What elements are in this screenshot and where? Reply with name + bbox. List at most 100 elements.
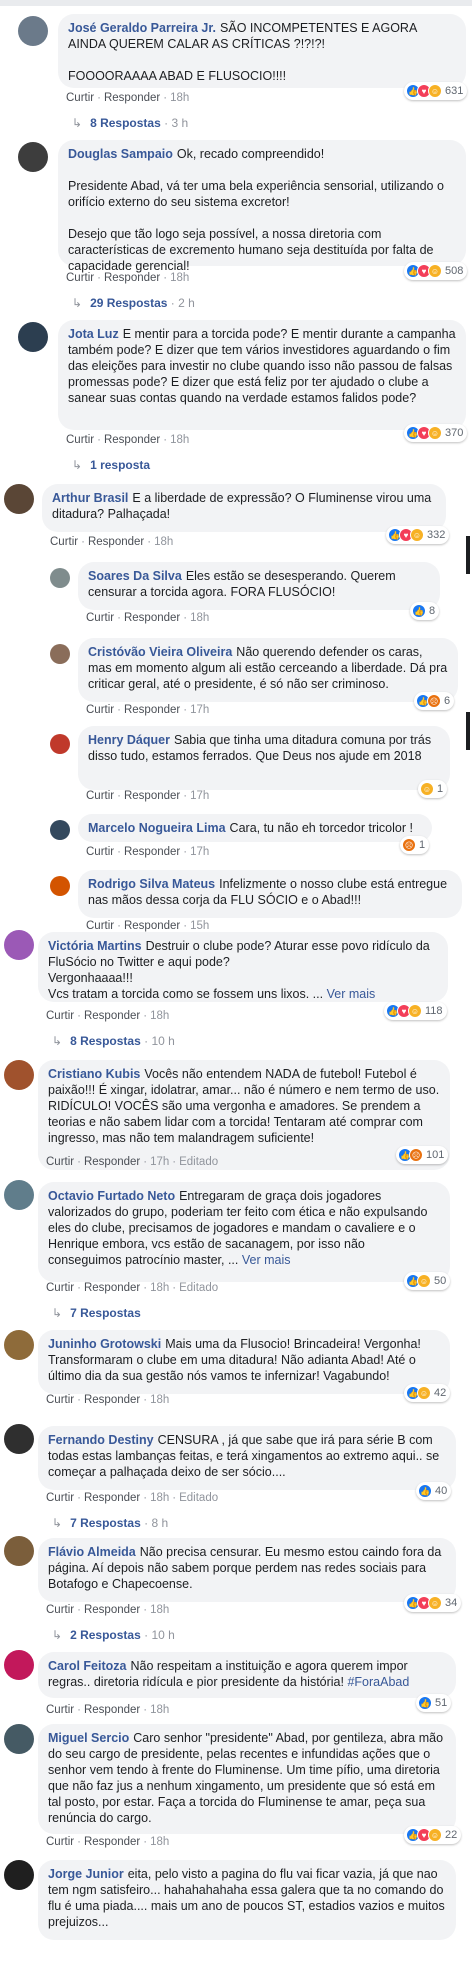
like-link[interactable]: Curtir xyxy=(46,1282,74,1294)
scrollbar-fragment[interactable] xyxy=(466,536,470,574)
reactions[interactable]: 👍 ♥ ☺ 370 xyxy=(404,424,468,442)
reply-link[interactable]: Responder xyxy=(84,1492,140,1504)
like-link[interactable]: Curtir xyxy=(46,1394,74,1406)
author-name[interactable]: Fernando Destiny xyxy=(48,1433,154,1447)
author-name[interactable]: Henry Dáquer xyxy=(88,733,170,747)
author-name[interactable]: Juninho Grotowski xyxy=(48,1337,161,1351)
view-replies[interactable]: ↳ 8 Respostas · 10 h xyxy=(52,1034,175,1048)
view-replies[interactable]: ↳ 7 Respostas xyxy=(52,1306,141,1320)
author-name[interactable]: Marcelo Nogueira Lima xyxy=(88,821,226,835)
avatar[interactable] xyxy=(4,484,34,514)
reactions[interactable]: 👍 ☺ 42 xyxy=(404,1384,451,1402)
view-replies[interactable]: ↳ 1 resposta xyxy=(72,458,150,472)
reactions[interactable]: 👍 ♥ ☺ 118 xyxy=(384,1002,447,1020)
author-name[interactable]: Douglas Sampaio xyxy=(68,147,173,161)
timestamp[interactable]: 17h xyxy=(190,704,209,716)
timestamp[interactable]: 17h xyxy=(190,790,209,802)
reply-link[interactable]: Responder xyxy=(104,434,160,446)
avatar[interactable] xyxy=(4,1060,34,1090)
like-link[interactable]: Curtir xyxy=(50,536,78,548)
reactions[interactable]: 👍 ♥ ☺ 631 xyxy=(404,82,468,100)
like-link[interactable]: Curtir xyxy=(46,1010,74,1022)
reply-link[interactable]: Responder xyxy=(84,1156,140,1168)
reactions[interactable]: 👍 ♥ ☺ 332 xyxy=(386,526,450,544)
reply-link[interactable]: Responder xyxy=(104,92,160,104)
view-replies[interactable]: ↳ 8 Respostas · 3 h xyxy=(72,116,188,130)
reactions[interactable]: ☹ 1 xyxy=(400,836,430,854)
avatar[interactable] xyxy=(4,1330,34,1360)
like-link[interactable]: Curtir xyxy=(86,790,114,802)
author-name[interactable]: Soares Da Silva xyxy=(88,569,182,583)
avatar[interactable] xyxy=(4,1650,34,1680)
avatar[interactable] xyxy=(4,1536,34,1566)
timestamp[interactable]: 18h xyxy=(150,1604,169,1616)
reactions[interactable]: 👍 51 xyxy=(416,1694,452,1712)
avatar[interactable] xyxy=(18,142,48,172)
author-name[interactable]: Rodrigo Silva Mateus xyxy=(88,877,215,891)
reactions[interactable]: 👍 40 xyxy=(416,1482,452,1500)
timestamp[interactable]: 18h xyxy=(170,272,189,284)
like-link[interactable]: Curtir xyxy=(66,272,94,284)
like-link[interactable]: Curtir xyxy=(46,1156,74,1168)
reply-link[interactable]: Responder xyxy=(124,790,180,802)
reply-link[interactable]: Responder xyxy=(124,704,180,716)
author-name[interactable]: Miguel Sercio xyxy=(48,1731,129,1745)
view-replies[interactable]: ↳ 29 Respostas · 2 h xyxy=(72,296,195,310)
timestamp[interactable]: 18h xyxy=(150,1282,169,1294)
scrollbar-fragment[interactable] xyxy=(466,712,470,750)
avatar[interactable] xyxy=(50,876,70,896)
like-link[interactable]: Curtir xyxy=(86,920,114,932)
like-link[interactable]: Curtir xyxy=(46,1836,74,1848)
avatar[interactable] xyxy=(50,734,70,754)
edited-label[interactable]: Editado xyxy=(179,1156,218,1168)
reply-link[interactable]: Responder xyxy=(84,1704,140,1716)
reply-link[interactable]: Responder xyxy=(84,1282,140,1294)
timestamp[interactable]: 18h xyxy=(190,612,209,624)
reply-link[interactable]: Responder xyxy=(104,272,160,284)
timestamp[interactable]: 18h xyxy=(154,536,173,548)
reactions[interactable]: ☺ 1 xyxy=(418,780,448,798)
reply-link[interactable]: Responder xyxy=(84,1394,140,1406)
avatar[interactable] xyxy=(50,568,70,588)
reactions[interactable]: 👍 ☹ 101 xyxy=(396,1146,449,1164)
timestamp[interactable]: 18h xyxy=(150,1836,169,1848)
author-name[interactable]: Carol Feitoza xyxy=(48,1659,127,1673)
avatar[interactable] xyxy=(4,1860,34,1890)
avatar[interactable] xyxy=(4,1424,34,1454)
timestamp[interactable]: 17h xyxy=(150,1156,169,1168)
see-more-link[interactable]: Ver mais xyxy=(327,987,376,1001)
reply-link[interactable]: Responder xyxy=(124,612,180,624)
hashtag-link[interactable]: #ForaAbad xyxy=(347,1675,409,1689)
reply-link[interactable]: Responder xyxy=(124,920,180,932)
reactions[interactable]: 👍 ♥ ☺ 34 xyxy=(404,1594,462,1612)
timestamp[interactable]: 18h xyxy=(150,1010,169,1022)
like-link[interactable]: Curtir xyxy=(66,434,94,446)
timestamp[interactable]: 17h xyxy=(190,846,209,858)
like-link[interactable]: Curtir xyxy=(86,704,114,716)
reactions[interactable]: 👍 ☹ 6 xyxy=(414,692,455,710)
timestamp[interactable]: 18h xyxy=(150,1704,169,1716)
author-name[interactable]: José Geraldo Parreira Jr. xyxy=(68,21,216,35)
reply-link[interactable]: Responder xyxy=(84,1604,140,1616)
author-name[interactable]: Arthur Brasil xyxy=(52,491,128,505)
timestamp[interactable]: 15h xyxy=(190,920,209,932)
edited-label[interactable]: Editado xyxy=(179,1492,218,1504)
avatar[interactable] xyxy=(50,820,70,840)
author-name[interactable]: Flávio Almeida xyxy=(48,1545,136,1559)
like-link[interactable]: Curtir xyxy=(46,1604,74,1616)
reactions[interactable]: 👍 8 xyxy=(410,602,440,620)
reply-link[interactable]: Responder xyxy=(88,536,144,548)
see-more-link[interactable]: Ver mais xyxy=(242,1253,291,1267)
like-link[interactable]: Curtir xyxy=(46,1492,74,1504)
author-name[interactable]: Cristóvão Vieira Oliveira xyxy=(88,645,232,659)
like-link[interactable]: Curtir xyxy=(66,92,94,104)
avatar[interactable] xyxy=(18,16,48,46)
view-replies[interactable]: ↳ 7 Respostas · 8 h xyxy=(52,1516,168,1530)
author-name[interactable]: Octavio Furtado Neto xyxy=(48,1189,175,1203)
view-replies[interactable]: ↳ 2 Respostas · 10 h xyxy=(52,1628,175,1642)
timestamp[interactable]: 18h xyxy=(170,92,189,104)
author-name[interactable]: Jota Luz xyxy=(68,327,119,341)
avatar[interactable] xyxy=(4,1724,34,1754)
timestamp[interactable]: 18h xyxy=(150,1394,169,1406)
reply-link[interactable]: Responder xyxy=(84,1010,140,1022)
